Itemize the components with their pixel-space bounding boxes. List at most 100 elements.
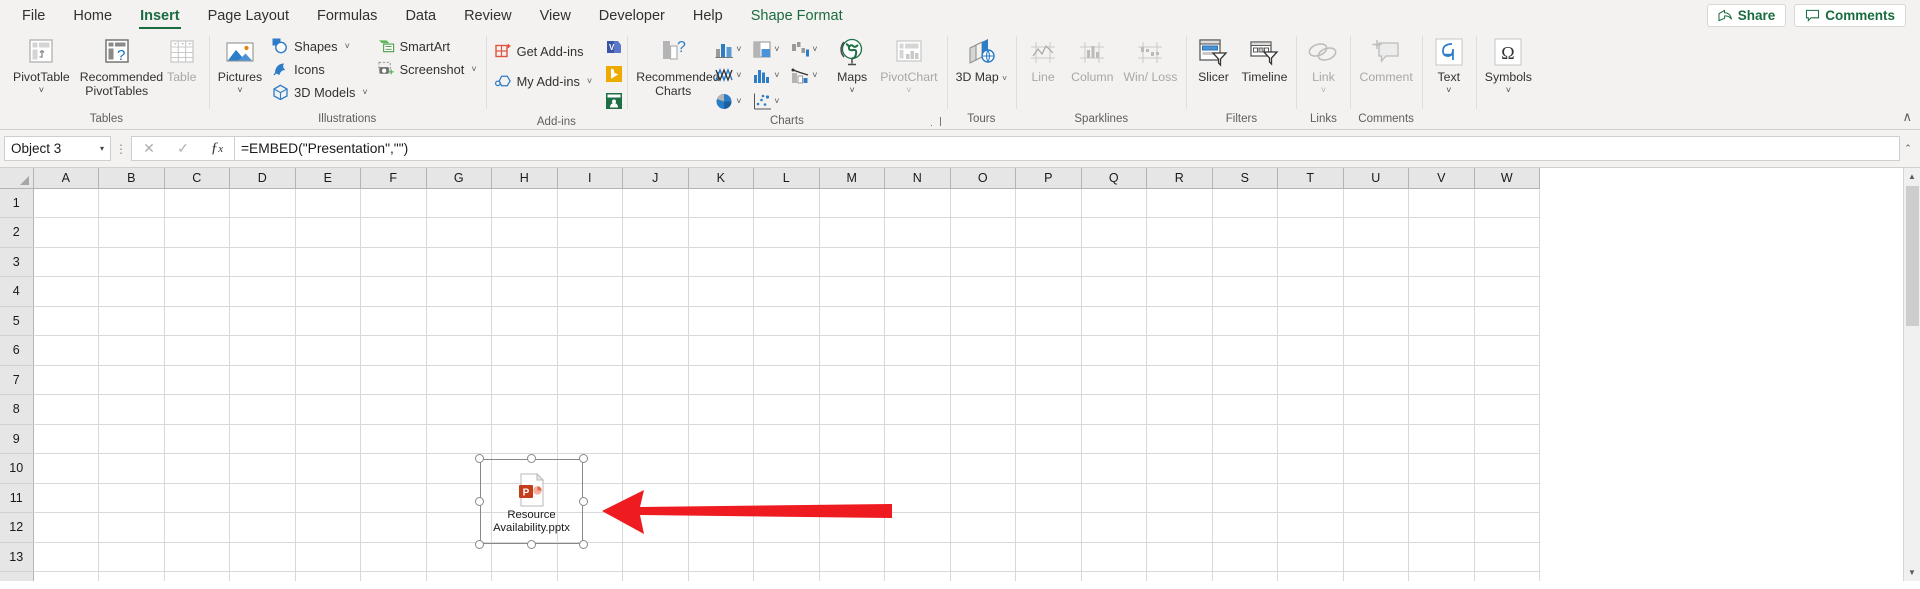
- cell-P7[interactable]: [1015, 365, 1082, 395]
- cell-P9[interactable]: [1015, 424, 1082, 454]
- cell-B5[interactable]: [98, 306, 165, 336]
- cell-K5[interactable]: [688, 306, 754, 336]
- row-header-5[interactable]: 5: [0, 306, 34, 336]
- cell-N9[interactable]: [884, 424, 951, 454]
- cell-R14[interactable]: [1146, 571, 1213, 581]
- cell-U9[interactable]: [1343, 424, 1409, 454]
- row-header-8[interactable]: 8: [0, 394, 34, 425]
- cell-W13[interactable]: [1474, 542, 1540, 572]
- screenshot-button[interactable]: Screenshot ˅: [373, 58, 482, 80]
- cell-A6[interactable]: [33, 335, 99, 366]
- cell-M6[interactable]: [819, 335, 885, 366]
- cell-O12[interactable]: [950, 512, 1016, 543]
- shapes-button[interactable]: Shapes ˅: [267, 35, 372, 57]
- cell-T6[interactable]: [1277, 335, 1344, 366]
- cell-K2[interactable]: [688, 217, 754, 248]
- cell-A9[interactable]: [33, 424, 99, 454]
- symbols-caret-icon[interactable]: ˅: [1506, 85, 1511, 95]
- cell-T5[interactable]: [1277, 306, 1344, 336]
- cell-D7[interactable]: [229, 365, 296, 395]
- worksheet-grid[interactable]: ABCDEFGHIJKLMNOPQRSTUVW 1 2 3 4 5 6 7 8 9 10 11 12 1…: [0, 168, 1903, 581]
- cell-O3[interactable]: [950, 247, 1016, 277]
- cell-U3[interactable]: [1343, 247, 1409, 277]
- cell-I7[interactable]: [557, 365, 623, 395]
- cell-V14[interactable]: [1408, 571, 1475, 581]
- recommended-pivottables-button[interactable]: ? Recommended PivotTables: [75, 33, 163, 98]
- line-area-chart-caret-icon[interactable]: ˅: [736, 70, 741, 80]
- cell-D5[interactable]: [229, 306, 296, 336]
- cell-E3[interactable]: [295, 247, 361, 277]
- cell-G5[interactable]: [426, 306, 492, 336]
- cell-M9[interactable]: [819, 424, 885, 454]
- visio-data-visualizer-icon[interactable]: V: [605, 38, 623, 61]
- waterfall-chart-caret-icon[interactable]: ˅: [812, 44, 817, 54]
- cell-M10[interactable]: [819, 453, 885, 484]
- cell-E11[interactable]: [295, 483, 361, 513]
- scatter-bubble-chart-caret-icon[interactable]: ˅: [774, 96, 779, 106]
- cell-W12[interactable]: [1474, 512, 1540, 543]
- 3d-models-button[interactable]: 3D Models ˅: [267, 81, 372, 103]
- cell-A10[interactable]: [33, 453, 99, 484]
- cell-K14[interactable]: [688, 571, 754, 581]
- cell-E13[interactable]: [295, 542, 361, 572]
- text-caret-icon[interactable]: ˅: [1446, 85, 1451, 95]
- cell-F4[interactable]: [360, 276, 427, 307]
- cell-W4[interactable]: [1474, 276, 1540, 307]
- column-header-C[interactable]: C: [164, 168, 230, 189]
- cell-L7[interactable]: [753, 365, 820, 395]
- cell-H8[interactable]: [491, 394, 558, 425]
- maps-caret-icon[interactable]: ˅: [850, 85, 855, 95]
- slicer-button[interactable]: Slicer: [1190, 33, 1236, 85]
- column-header-J[interactable]: J: [622, 168, 689, 189]
- cell-K7[interactable]: [688, 365, 754, 395]
- resize-handle-top-right[interactable]: [579, 454, 588, 463]
- cell-L2[interactable]: [753, 217, 820, 248]
- cell-R1[interactable]: [1146, 188, 1213, 218]
- cell-F12[interactable]: [360, 512, 427, 543]
- cell-A4[interactable]: [33, 276, 99, 307]
- cell-I8[interactable]: [557, 394, 623, 425]
- cell-W1[interactable]: [1474, 188, 1540, 218]
- cell-V11[interactable]: [1408, 483, 1475, 513]
- cell-D12[interactable]: [229, 512, 296, 543]
- cell-R13[interactable]: [1146, 542, 1213, 572]
- resize-handle-bottom-left[interactable]: [475, 540, 484, 549]
- cell-O2[interactable]: [950, 217, 1016, 248]
- cell-B14[interactable]: [98, 571, 165, 581]
- cell-B6[interactable]: [98, 335, 165, 366]
- cell-R6[interactable]: [1146, 335, 1213, 366]
- cell-B4[interactable]: [98, 276, 165, 307]
- cell-L9[interactable]: [753, 424, 820, 454]
- vertical-scrollbar-thumb[interactable]: [1905, 186, 1919, 326]
- cell-O4[interactable]: [950, 276, 1016, 307]
- statistic-chart-caret-icon[interactable]: ˅: [774, 70, 779, 80]
- formula-input[interactable]: =EMBED("Presentation",""): [234, 136, 1900, 161]
- cell-F13[interactable]: [360, 542, 427, 572]
- cell-F6[interactable]: [360, 335, 427, 366]
- cell-H7[interactable]: [491, 365, 558, 395]
- cell-U1[interactable]: [1343, 188, 1409, 218]
- pictures-caret-icon[interactable]: ˅: [237, 85, 242, 95]
- cell-Q5[interactable]: [1081, 306, 1147, 336]
- cell-N7[interactable]: [884, 365, 951, 395]
- cell-V6[interactable]: [1408, 335, 1475, 366]
- cell-T11[interactable]: [1277, 483, 1344, 513]
- cell-P8[interactable]: [1015, 394, 1082, 425]
- formula-bar-grip[interactable]: ⋮: [111, 142, 131, 156]
- cell-Q10[interactable]: [1081, 453, 1147, 484]
- cell-M14[interactable]: [819, 571, 885, 581]
- cell-T3[interactable]: [1277, 247, 1344, 277]
- cell-L6[interactable]: [753, 335, 820, 366]
- cell-F7[interactable]: [360, 365, 427, 395]
- cell-W3[interactable]: [1474, 247, 1540, 277]
- cell-B8[interactable]: [98, 394, 165, 425]
- column-bar-chart-button[interactable]: ˅: [715, 36, 753, 62]
- cell-N1[interactable]: [884, 188, 951, 218]
- cell-S9[interactable]: [1212, 424, 1278, 454]
- tab-developer[interactable]: Developer: [585, 0, 679, 30]
- tab-formulas[interactable]: Formulas: [303, 0, 391, 30]
- cell-P3[interactable]: [1015, 247, 1082, 277]
- cell-S14[interactable]: [1212, 571, 1278, 581]
- cell-S2[interactable]: [1212, 217, 1278, 248]
- my-add-ins-button[interactable]: My Add-ins ˅: [490, 70, 598, 92]
